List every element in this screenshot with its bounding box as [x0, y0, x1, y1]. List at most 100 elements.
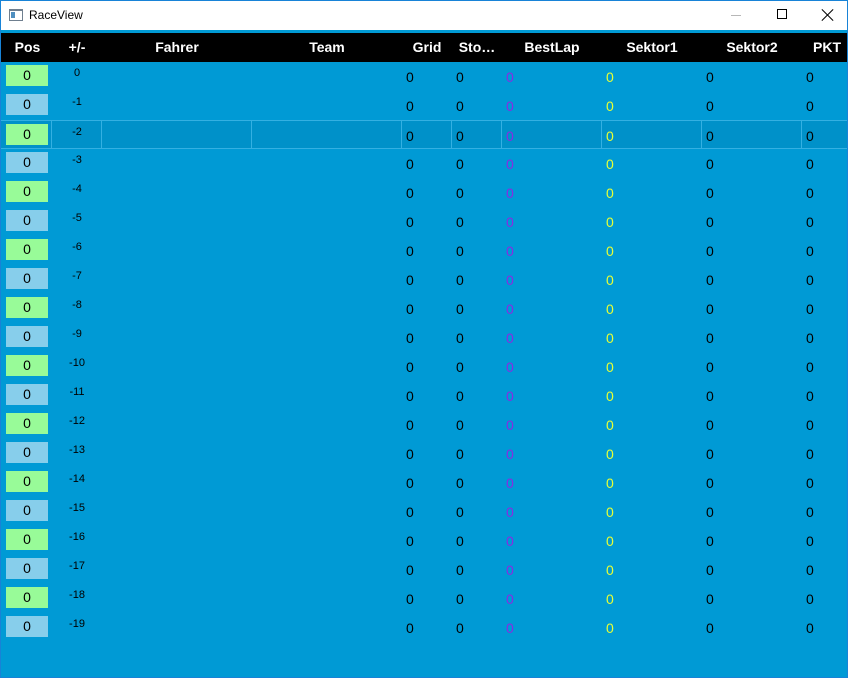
- close-button[interactable]: [805, 1, 848, 30]
- race-table: Pos +/- Fahrer Team Grid Sto… BestLap Se…: [1, 30, 847, 677]
- stops-cell: 0: [456, 388, 464, 404]
- sektor1-cell: 0: [606, 359, 614, 375]
- table-row[interactable]: 0 -19 0 0 0 0 0 0: [1, 613, 847, 642]
- grid-cell: 0: [406, 128, 414, 144]
- app-window: RaceView Pos +/- Fahrer Team Grid Sto… B…: [0, 0, 848, 678]
- bestlap-cell: 0: [506, 359, 514, 375]
- column-header-diff[interactable]: +/-: [54, 33, 100, 62]
- table-row[interactable]: 0 -3 0 0 0 0 0 0: [1, 149, 847, 178]
- position-change: -1: [72, 96, 82, 108]
- grid-cell: 0: [406, 359, 414, 375]
- table-row[interactable]: 0 -17 0 0 0 0 0 0: [1, 555, 847, 584]
- points-cell: 0: [806, 330, 814, 346]
- table-row[interactable]: 0 -13 0 0 0 0 0 0: [1, 439, 847, 468]
- points-cell: 0: [806, 156, 814, 172]
- points-cell: 0: [806, 504, 814, 520]
- sektor2-cell: 0: [706, 475, 714, 491]
- sektor2-cell: 0: [706, 330, 714, 346]
- sektor1-cell: 0: [606, 301, 614, 317]
- table-row[interactable]: 0 -15 0 0 0 0 0 0: [1, 497, 847, 526]
- points-cell: 0: [806, 591, 814, 607]
- sektor2-cell: 0: [706, 504, 714, 520]
- position-badge: 0: [6, 326, 48, 347]
- column-header-stops[interactable]: Sto…: [452, 33, 502, 62]
- sektor2-cell: 0: [706, 533, 714, 549]
- table-row[interactable]: 0 -16 0 0 0 0 0 0: [1, 526, 847, 555]
- stops-cell: 0: [456, 562, 464, 578]
- table-row[interactable]: 0 -5 0 0 0 0 0 0: [1, 207, 847, 236]
- column-header-pkt[interactable]: PKT: [802, 33, 848, 62]
- position-badge: 0: [6, 529, 48, 550]
- stops-cell: 0: [456, 330, 464, 346]
- minimize-button[interactable]: [713, 1, 759, 30]
- app-window-icon: [9, 9, 23, 21]
- stops-cell: 0: [456, 359, 464, 375]
- bestlap-cell: 0: [506, 272, 514, 288]
- sektor2-cell: 0: [706, 272, 714, 288]
- points-cell: 0: [806, 533, 814, 549]
- position-change: -15: [69, 502, 85, 514]
- table-row[interactable]: 0 -11 0 0 0 0 0 0: [1, 381, 847, 410]
- column-header-sektor2[interactable]: Sektor2: [702, 33, 802, 62]
- sektor1-cell: 0: [606, 388, 614, 404]
- column-header-pos[interactable]: Pos: [1, 33, 54, 62]
- column-header-grid[interactable]: Grid: [402, 33, 452, 62]
- table-row[interactable]: 0 0 0 0 0 0 0 0: [1, 62, 847, 91]
- title-bar[interactable]: RaceView: [1, 1, 847, 30]
- sektor1-cell: 0: [606, 185, 614, 201]
- table-row[interactable]: 0 -2 0 0 0 0 0 0: [1, 120, 847, 149]
- column-header-sektor1[interactable]: Sektor1: [602, 33, 702, 62]
- position-badge: 0: [6, 297, 48, 318]
- sektor1-cell: 0: [606, 475, 614, 491]
- cell-divider: [401, 121, 402, 148]
- sektor1-cell: 0: [606, 243, 614, 259]
- cell-divider: [51, 121, 52, 148]
- position-change: -13: [69, 444, 85, 456]
- stops-cell: 0: [456, 475, 464, 491]
- table-row[interactable]: 0 -1 0 0 0 0 0 0: [1, 91, 847, 120]
- stops-cell: 0: [456, 533, 464, 549]
- cell-divider: [501, 121, 502, 148]
- grid-cell: 0: [406, 272, 414, 288]
- bestlap-cell: 0: [506, 69, 514, 85]
- table-row[interactable]: 0 -7 0 0 0 0 0 0: [1, 265, 847, 294]
- table-row[interactable]: 0 -10 0 0 0 0 0 0: [1, 352, 847, 381]
- maximize-button[interactable]: [759, 1, 805, 30]
- grid-cell: 0: [406, 591, 414, 607]
- grid-cell: 0: [406, 156, 414, 172]
- column-header-bestlap[interactable]: BestLap: [502, 33, 602, 62]
- bestlap-cell: 0: [506, 620, 514, 636]
- position-badge: 0: [6, 152, 48, 173]
- sektor1-cell: 0: [606, 330, 614, 346]
- position-change: -4: [72, 183, 82, 195]
- cell-divider: [251, 121, 252, 148]
- bestlap-cell: 0: [506, 185, 514, 201]
- minimize-icon: [731, 15, 741, 16]
- grid-cell: 0: [406, 185, 414, 201]
- stops-cell: 0: [456, 591, 464, 607]
- position-change: -19: [69, 618, 85, 630]
- table-row[interactable]: 0 -14 0 0 0 0 0 0: [1, 468, 847, 497]
- position-change: -8: [72, 299, 82, 311]
- bestlap-cell: 0: [506, 446, 514, 462]
- sektor1-cell: 0: [606, 417, 614, 433]
- column-header-team[interactable]: Team: [252, 33, 402, 62]
- position-badge: 0: [6, 355, 48, 376]
- bestlap-cell: 0: [506, 475, 514, 491]
- grid-cell: 0: [406, 98, 414, 114]
- table-row[interactable]: 0 -4 0 0 0 0 0 0: [1, 178, 847, 207]
- bestlap-cell: 0: [506, 504, 514, 520]
- stops-cell: 0: [456, 620, 464, 636]
- table-row[interactable]: 0 -6 0 0 0 0 0 0: [1, 236, 847, 265]
- table-row[interactable]: 0 -9 0 0 0 0 0 0: [1, 323, 847, 352]
- stops-cell: 0: [456, 446, 464, 462]
- grid-cell: 0: [406, 533, 414, 549]
- column-header-driver[interactable]: Fahrer: [102, 33, 252, 62]
- table-row[interactable]: 0 -8 0 0 0 0 0 0: [1, 294, 847, 323]
- sektor1-cell: 0: [606, 446, 614, 462]
- table-row[interactable]: 0 -18 0 0 0 0 0 0: [1, 584, 847, 613]
- table-row[interactable]: 0 -12 0 0 0 0 0 0: [1, 410, 847, 439]
- position-change: -3: [72, 154, 82, 166]
- sektor2-cell: 0: [706, 359, 714, 375]
- position-badge: 0: [6, 181, 48, 202]
